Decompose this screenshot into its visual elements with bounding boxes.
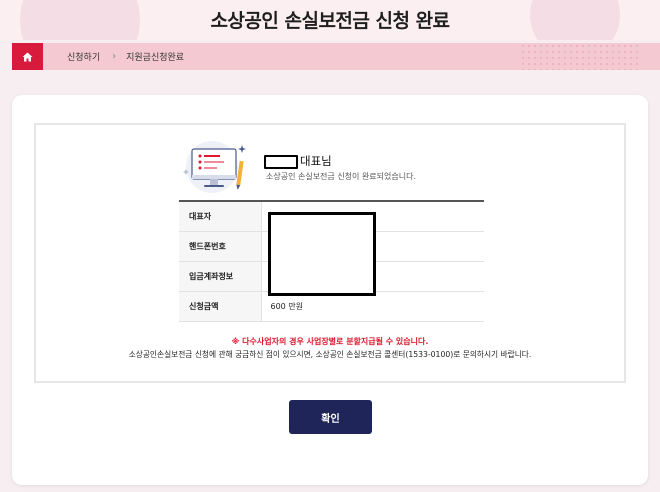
chevron-right-icon: ›	[112, 51, 117, 62]
row-label: 신청금액	[179, 291, 262, 322]
home-icon	[22, 52, 33, 61]
breadcrumb-item-apply[interactable]: 신청하기	[67, 50, 100, 63]
row-label: 입금계좌정보	[179, 261, 262, 292]
result-box: 대표님 소상공인 손실보전금 신청이 완료되었습니다. 대표자 핸드폰번호 입금…	[34, 123, 626, 383]
home-button[interactable]	[12, 43, 43, 70]
contact-text: 소상공인손실보전금 신청에 관해 궁금하신 점이 있으시면, 소상공인 손실보전…	[128, 350, 532, 359]
row-label: 핸드폰번호	[179, 231, 262, 262]
row-label: 대표자	[179, 201, 262, 232]
monitor-checklist-icon	[183, 141, 246, 193]
breadcrumb-decoration	[520, 43, 640, 70]
page-header: 소상공인 손실보전금 신청 완료	[0, 0, 660, 40]
breadcrumb: 신청하기 › 지원금신청완료	[12, 43, 660, 70]
greeting-message: 소상공인 손실보전금 신청이 완료되었습니다.	[266, 172, 417, 181]
redacted-name	[264, 155, 298, 169]
notice-text: ※ 다수사업자의 경우 사업장별로 분할지급될 수 있습니다.	[231, 337, 429, 346]
redacted-info	[268, 212, 376, 296]
confirm-button[interactable]: 확인	[289, 400, 372, 434]
breadcrumb-item-complete: 지원금신청완료	[126, 53, 185, 63]
greeting-title: 대표님	[300, 154, 332, 168]
page-title: 소상공인 손실보전금 신청 완료	[210, 10, 450, 32]
completion-card: 대표님 소상공인 손실보전금 신청이 완료되었습니다. 대표자 핸드폰번호 입금…	[12, 95, 648, 485]
